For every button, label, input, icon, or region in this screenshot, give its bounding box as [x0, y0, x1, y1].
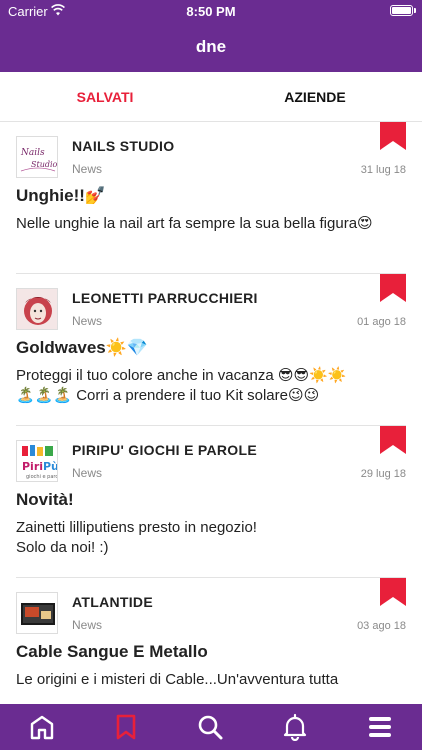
bell-icon[interactable] [281, 713, 309, 741]
post-body: Zainetti lilliputiens presto in negozio!… [16, 519, 257, 556]
post-body: Nelle unghie la nail art fa sempre la su… [16, 215, 373, 232]
bookmark-icon[interactable] [112, 713, 140, 741]
company-logo [16, 288, 58, 330]
svg-text:Pù: Pù [43, 460, 58, 473]
svg-text:Nails: Nails [20, 148, 45, 158]
tab-aziende[interactable]: AZIENDE [240, 72, 390, 122]
post-date: 03 ago 18 [357, 620, 406, 632]
battery-icon [390, 5, 416, 16]
company-logo: Piri Pù giochi e parole [16, 440, 58, 482]
bookmark-icon[interactable] [380, 578, 406, 606]
post-body: Proteggi il tuo colore anche in vacanza … [16, 367, 347, 404]
svg-text:Studio: Studio [31, 160, 58, 169]
post-headline: Novità! [16, 490, 74, 509]
menu-icon[interactable] [366, 713, 394, 741]
svg-text:giochi e parole: giochi e parole [26, 474, 58, 480]
company-name: PIRIPU' GIOCHI E PAROLE [72, 442, 257, 458]
company-name: LEONETTI PARRUCCHIERI [72, 290, 258, 306]
bookmark-icon[interactable] [380, 274, 406, 302]
home-icon[interactable] [28, 713, 56, 741]
post-date: 31 lug 18 [360, 164, 406, 176]
post-date: 01 ago 18 [357, 316, 406, 328]
company-logo [16, 592, 58, 634]
segment-tabs: SALVATI AZIENDE [0, 72, 422, 122]
news-card[interactable]: ATLANTIDE News 03 ago 18 Cable Sangue E … [16, 578, 406, 704]
bookmark-icon[interactable] [380, 426, 406, 454]
page-title: dne [195, 37, 227, 56]
news-card[interactable]: Piri Pù giochi e parole PIRIPU' GIOCHI E… [16, 426, 406, 578]
news-feed[interactable]: Nails Studio NAILS STUDIO News 31 lug 18… [0, 122, 422, 704]
news-card[interactable]: LEONETTI PARRUCCHIERI News 01 ago 18 Gol… [16, 274, 406, 426]
search-icon[interactable] [196, 713, 224, 741]
bottom-tab-bar [0, 704, 422, 750]
svg-text:Piri: Piri [22, 460, 43, 473]
status-bar: Carrier 8:50 PM [0, 0, 422, 22]
post-body: Le origini e i misteri di Cable...Un'avv… [16, 671, 339, 688]
company-name: NAILS STUDIO [72, 138, 175, 154]
category-label: News [72, 314, 103, 328]
navigation-bar: dne [0, 22, 422, 72]
company-name: ATLANTIDE [72, 594, 153, 610]
category-label: News [72, 618, 103, 632]
category-label: News [72, 466, 103, 480]
category-label: News [72, 162, 103, 176]
company-logo: Nails Studio [16, 136, 58, 178]
post-headline: Unghie!!💅 [16, 186, 107, 205]
clock: 8:50 PM [186, 4, 236, 19]
bookmark-icon[interactable] [380, 122, 406, 150]
post-headline: Cable Sangue E Metallo [16, 642, 208, 661]
post-date: 29 lug 18 [360, 468, 406, 480]
news-card[interactable]: Nails Studio NAILS STUDIO News 31 lug 18… [16, 122, 406, 274]
post-headline: Goldwaves☀️💎 [16, 338, 149, 357]
tab-salvati[interactable]: SALVATI [30, 72, 180, 122]
